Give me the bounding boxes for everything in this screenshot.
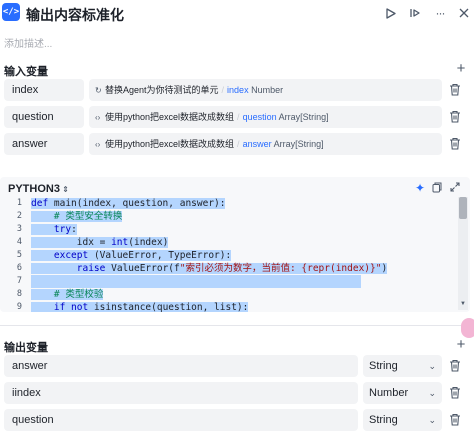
node-header: </> 输出内容标准化 ···	[0, 0, 474, 28]
code-editor[interactable]: PYTHON3 ⇕ ✦ 1 def main(index, question, a…	[0, 177, 470, 312]
code-line: 8 # 类型校验	[16, 289, 104, 300]
code-line: 9 if not isinstance(question, list):	[16, 302, 249, 312]
chevron-down-icon: ⌄	[428, 415, 436, 425]
delete-icon[interactable]	[449, 83, 463, 97]
delete-icon[interactable]	[449, 137, 463, 151]
code-line: 6 raise ValueError(f"索引必须为数字，当前值: {repr(…	[16, 263, 388, 274]
close-icon[interactable]	[457, 6, 471, 20]
reference-node: 使用python把excel数据改成数组	[105, 112, 235, 122]
reference-type: Number	[251, 85, 284, 95]
input-name[interactable]: question	[4, 106, 84, 128]
code-node-icon: </>	[2, 3, 20, 21]
code-line: 4 idx = int(index)	[16, 237, 169, 248]
more-icon[interactable]: ···	[433, 6, 447, 20]
input-reference[interactable]: ‹› 使用python把excel数据改成数组 / answer Array[Stri…	[89, 133, 442, 155]
output-type-select[interactable]: String ⌄	[363, 409, 442, 431]
code-line: 5 except (ValueError, TypeError):	[16, 250, 232, 261]
code-line: 3 try:	[16, 224, 77, 235]
assistant-bubble-icon[interactable]	[461, 318, 474, 338]
input-row: question ‹› 使用python把excel数据改成数组 / question…	[0, 106, 474, 128]
code-icon: ‹›	[95, 113, 101, 122]
reference-type: Array[String]	[278, 112, 329, 122]
code-line: 2 # 类型安全转换	[16, 211, 123, 222]
output-name[interactable]: answer	[4, 355, 358, 377]
code-icon: ‹›	[95, 140, 101, 149]
delete-icon[interactable]	[449, 110, 463, 124]
delete-icon[interactable]	[449, 359, 463, 373]
editor-scrollbar[interactable]: ▼	[458, 197, 468, 310]
chevron-down-icon: ⌄	[428, 388, 436, 398]
delete-icon[interactable]	[449, 413, 463, 427]
output-row: iindex Number ⌄	[0, 382, 474, 404]
input-row: answer ‹› 使用python把excel数据改成数组 / answer Arr…	[0, 133, 474, 155]
output-name[interactable]: iindex	[4, 382, 358, 404]
refresh-icon: ↻	[95, 86, 102, 95]
expand-icon[interactable]	[449, 182, 461, 194]
code-line: 7	[0, 275, 458, 288]
debug-icon[interactable]	[408, 6, 422, 20]
output-type-select[interactable]: String ⌄	[363, 355, 442, 377]
add-input-icon[interactable]: +	[454, 61, 468, 76]
code-area[interactable]: 1 def main(index, question, answer): 2 # …	[0, 197, 458, 312]
chevron-down-icon: ⌄	[428, 361, 436, 371]
code-line: 1 def main(index, question, answer):	[16, 198, 226, 209]
output-row: question String ⌄	[0, 409, 474, 431]
play-icon[interactable]	[384, 6, 398, 20]
output-name[interactable]: question	[4, 409, 358, 431]
output-section-title: 输出变量	[4, 342, 48, 354]
input-reference[interactable]: ‹› 使用python把excel数据改成数组 / question Array[St…	[89, 106, 442, 128]
input-name[interactable]: answer	[4, 133, 84, 155]
reference-var: index	[227, 85, 249, 95]
output-type-select[interactable]: Number ⌄	[363, 382, 442, 404]
ai-sparkle-icon[interactable]: ✦	[414, 182, 426, 194]
add-output-icon[interactable]: +	[454, 337, 468, 352]
scrollbar-thumb[interactable]	[459, 197, 467, 219]
node-title[interactable]: 输出内容标准化	[26, 5, 124, 25]
scroll-down-icon[interactable]: ▼	[460, 301, 466, 307]
output-row: answer String ⌄	[0, 355, 474, 377]
input-row: index ↻ 替换Agent为你待测试的单元 / index Number	[0, 79, 474, 101]
input-section-title: 输入变量	[4, 66, 48, 78]
language-select[interactable]: PYTHON3 ⇕	[8, 183, 69, 195]
copy-icon[interactable]	[431, 182, 443, 194]
section-divider	[0, 325, 474, 326]
description-field[interactable]: 添加描述...	[4, 35, 52, 50]
input-reference[interactable]: ↻ 替换Agent为你待测试的单元 / index Number	[89, 79, 442, 101]
reference-var: question	[242, 112, 277, 122]
delete-icon[interactable]	[449, 386, 463, 400]
input-name[interactable]: index	[4, 79, 84, 101]
reference-node: 替换Agent为你待测试的单元	[105, 85, 219, 95]
reference-node: 使用python把excel数据改成数组	[105, 139, 235, 149]
reference-type: Array[String]	[273, 139, 324, 149]
reference-var: answer	[242, 139, 272, 149]
